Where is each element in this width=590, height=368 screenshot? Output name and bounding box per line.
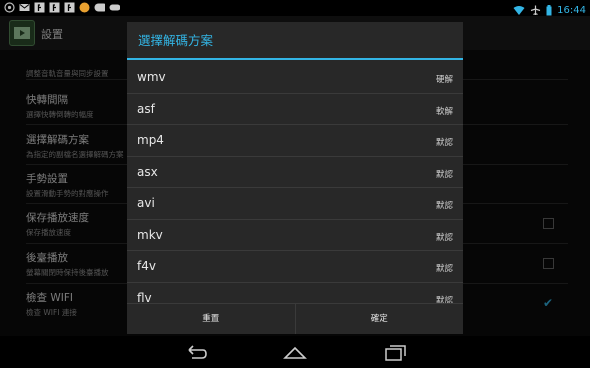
reset-button[interactable]: 重置 [127,304,295,334]
gamepad-icon [109,2,120,13]
decoder-value: 硬解 [435,75,453,85]
list-item[interactable]: asf 軟解 [127,94,463,125]
decoder-value: 默認 [435,169,453,180]
format-label: flv [137,290,152,304]
decoder-value: 默認 [435,232,453,243]
back-icon[interactable] [183,342,207,362]
f-icon [49,2,60,13]
f-icon [34,2,45,13]
format-label: wmv [137,70,166,84]
mail-icon [19,2,30,13]
format-label: f4v [137,259,156,273]
decoder-value: 默認 [435,138,453,148]
list-item[interactable]: f4v 默認 [127,251,463,283]
recent-apps-icon[interactable] [384,342,408,362]
home-icon[interactable] [283,342,307,362]
decoder-dialog: 選擇解碼方案 wmv 硬解 asf 軟解 mp4 默認 asx 默認 avi 默… [127,22,463,334]
list-item[interactable]: asx 默認 [127,157,463,188]
navigation-bar [0,336,590,368]
clock: 16:44 [557,5,586,16]
chat-icon [94,2,105,13]
notification-icons [4,2,120,13]
format-label: mp4 [137,133,164,147]
dialog-button-bar: 重置 確定 [127,303,463,334]
format-label: mkv [137,227,163,242]
list-item[interactable]: wmv 硬解 [127,62,463,94]
decoder-value: 默認 [435,295,453,304]
status-bar: 16:44 [0,0,590,16]
app-notification-icon [4,2,15,13]
decoder-value: 默認 [435,201,453,211]
orange-badge-icon [79,2,90,13]
format-label: asx [137,164,158,179]
list-item[interactable]: mkv 默認 [127,220,463,251]
decoder-value: 軟解 [435,106,453,117]
format-label: avi [137,196,155,210]
decoder-list[interactable]: wmv 硬解 asf 軟解 mp4 默認 asx 默認 avi 默認 mkv 默… [127,62,463,303]
decoder-value: 默認 [435,264,453,274]
list-item[interactable]: mp4 默認 [127,125,463,157]
format-label: asf [137,101,155,116]
list-item[interactable]: avi 默認 [127,188,463,220]
confirm-button[interactable]: 確定 [294,304,464,334]
dialog-title: 選擇解碼方案 [127,22,463,60]
f-icon [64,2,75,13]
list-item[interactable]: flv 默認 [127,283,463,304]
